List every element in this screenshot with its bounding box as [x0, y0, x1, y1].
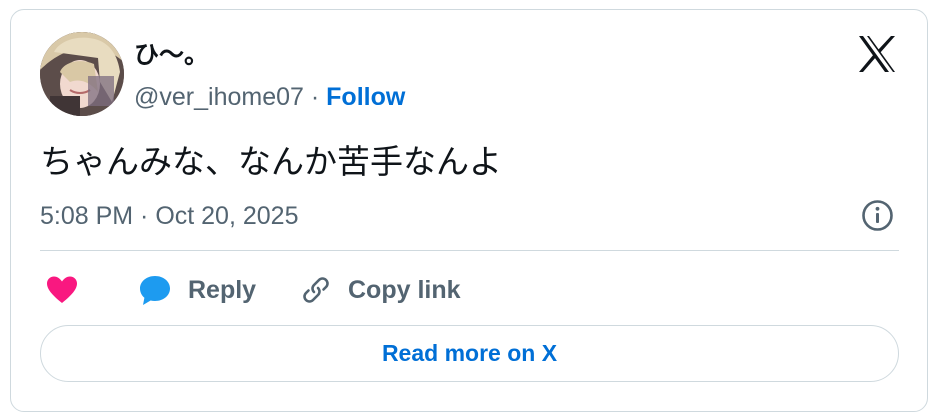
- follow-link[interactable]: Follow: [326, 83, 405, 111]
- read-more-label: Read more on X: [381, 340, 558, 366]
- author-handle[interactable]: @ver_ihome07: [134, 83, 304, 111]
- avatar[interactable]: [40, 32, 124, 116]
- heart-icon: [47, 276, 77, 303]
- copy-link-button[interactable]: Copy link: [300, 271, 461, 309]
- read-more-button[interactable]: Read more on X: [40, 325, 899, 382]
- reply-label: Reply: [188, 275, 257, 304]
- author-display-name[interactable]: ひ〜。: [134, 37, 209, 73]
- reply-button[interactable]: Reply: [138, 271, 256, 309]
- author-handle-row: @ver_ihome07 · Follow: [134, 82, 405, 112]
- info-icon[interactable]: [861, 199, 894, 232]
- separator-dot: ·: [310, 83, 320, 111]
- reply-bubble-icon: [140, 276, 170, 305]
- x-logo-icon[interactable]: [857, 34, 897, 74]
- copy-link-label: Copy link: [348, 275, 461, 304]
- tweet-timestamp[interactable]: 5:08 PM · Oct 20, 2025: [40, 200, 298, 232]
- link-icon: [303, 277, 329, 303]
- avatar-image: [40, 32, 124, 116]
- divider: [40, 250, 899, 251]
- like-button[interactable]: [46, 271, 78, 309]
- tweet-text: ちゃんみな、なんか苦手なんよ: [40, 142, 502, 181]
